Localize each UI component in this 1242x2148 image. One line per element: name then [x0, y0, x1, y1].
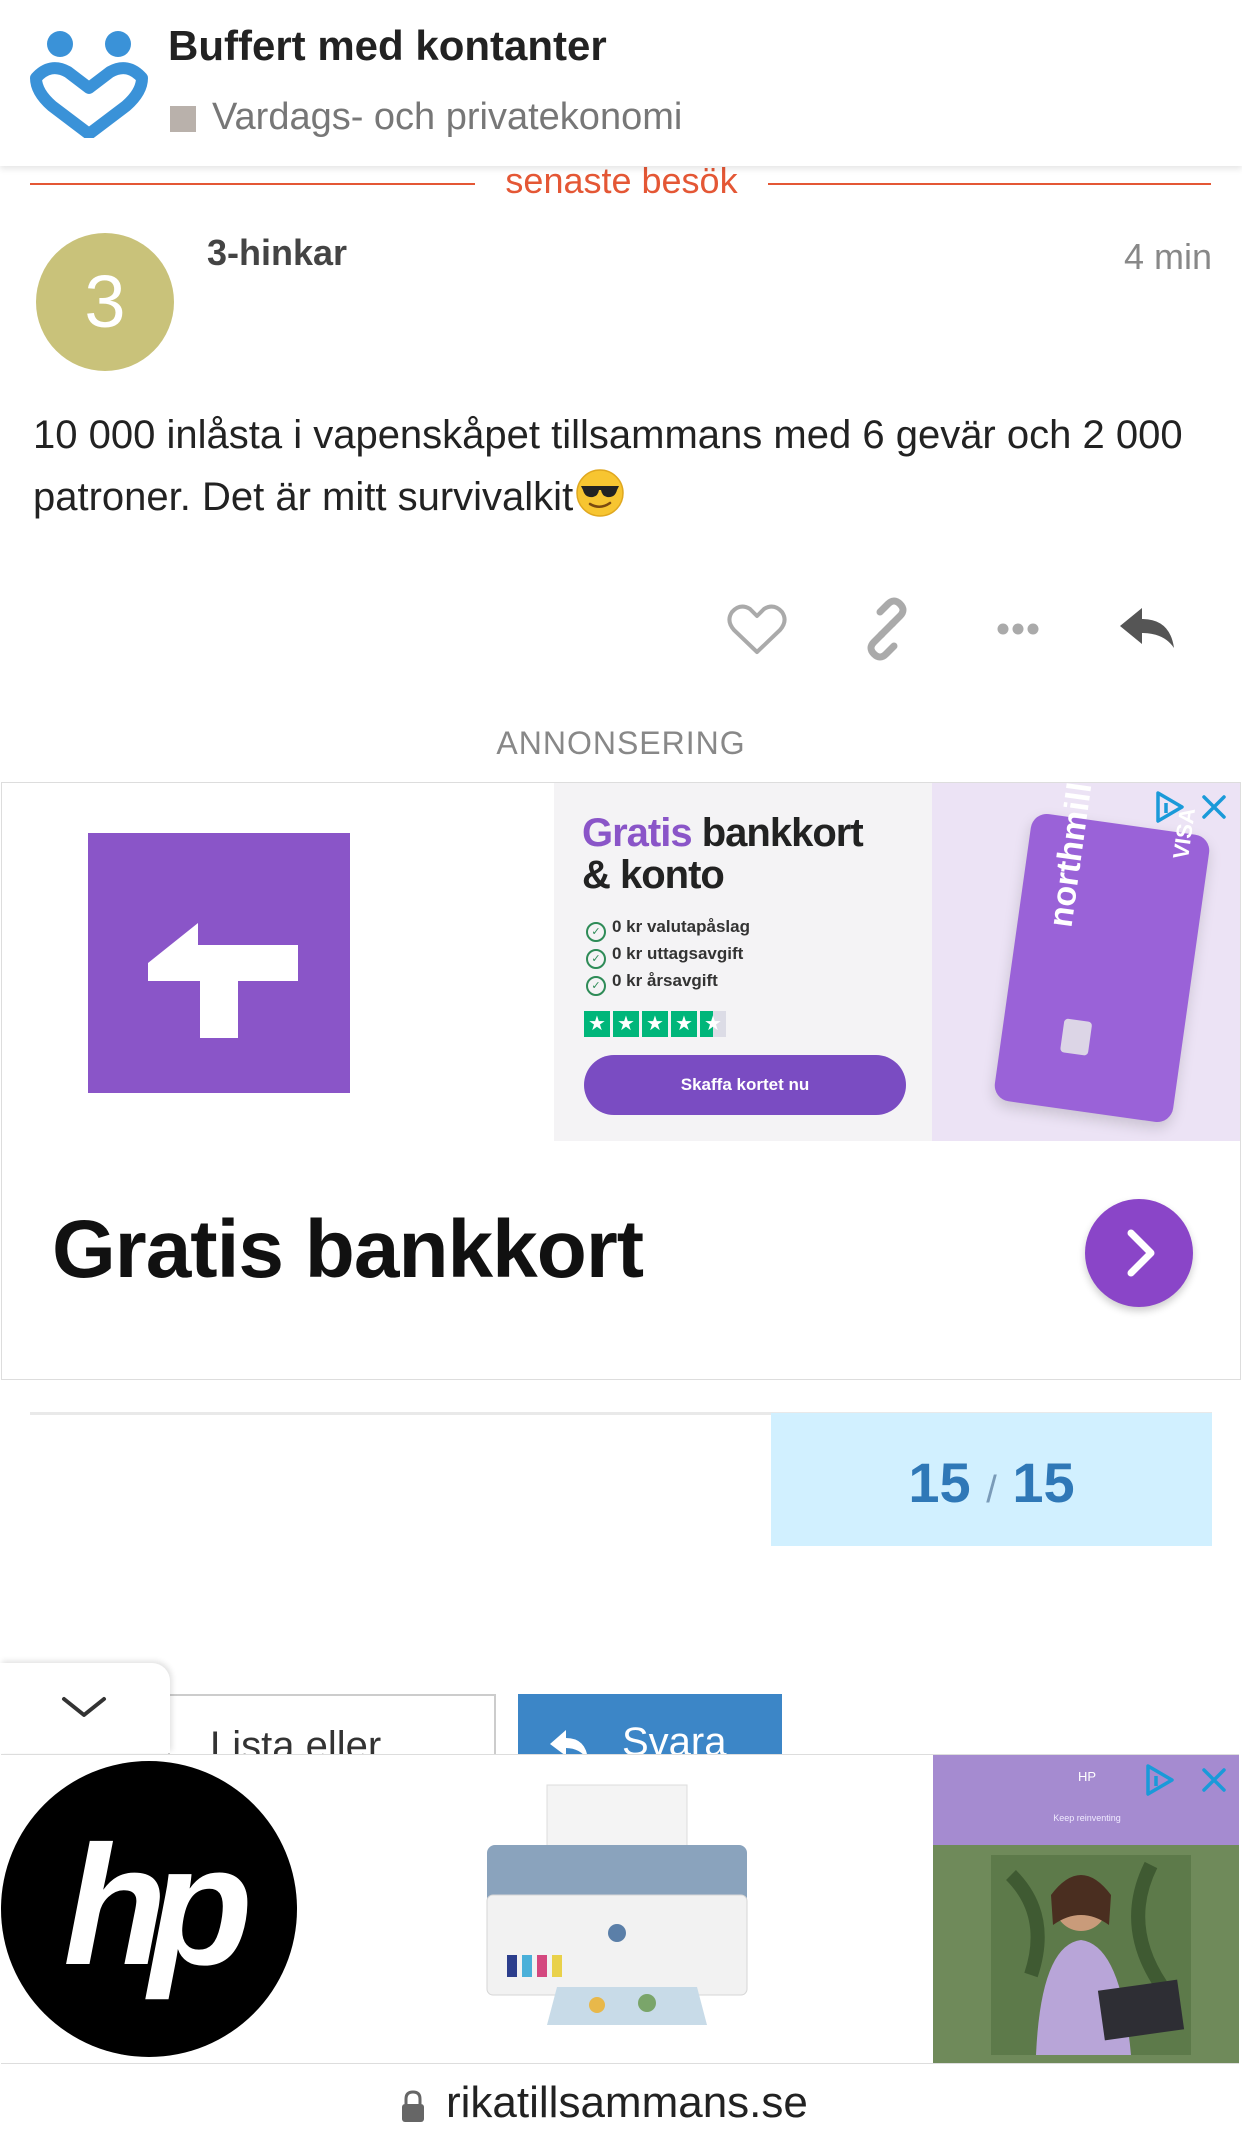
last-visit-line-left [30, 183, 475, 185]
hp-printer-ad[interactable]: hp HP Keep reinventing [1, 1754, 1239, 2064]
collapse-ad-tab[interactable] [0, 1663, 170, 1753]
check-icon: ✓ [586, 949, 606, 969]
northmill-logo-icon [88, 833, 350, 1093]
ad-feature: ✓ 0 kr valutapåslag [586, 917, 750, 942]
ad-title[interactable]: Gratis bankkort [52, 1203, 644, 1297]
post-body: 10 000 inlåsta i vapenskåpet tillsammans… [33, 404, 1213, 528]
last-visit-label: senaste besök [505, 160, 738, 201]
post-time[interactable]: 4 min [1000, 236, 1212, 278]
ad-cta-button[interactable]: Skaffa kortet nu [584, 1055, 906, 1115]
ad-next-button[interactable] [1085, 1199, 1193, 1307]
heart-icon[interactable] [722, 594, 792, 664]
adchoices-icon[interactable] [1152, 789, 1188, 825]
person-with-laptop-image [991, 1855, 1191, 2055]
chevron-right-icon [1127, 1229, 1155, 1277]
ad-brand: HP [1077, 1769, 1097, 1784]
star-icon: ★ [700, 1011, 726, 1037]
check-icon: ✓ [586, 922, 606, 942]
topic-title[interactable]: Buffert med kontanter [168, 22, 607, 70]
bank-card-ad[interactable]: Gratis bankkort & konto ✓ 0 kr valutapåsl… [1, 782, 1241, 1380]
sunglasses-emoji-icon [576, 469, 624, 517]
avatar[interactable]: 3 [36, 233, 174, 371]
star-icon: ★ [613, 1011, 639, 1037]
url-domain[interactable]: rikatillsammans.se [446, 2078, 808, 2128]
post-username[interactable]: 3-hinkar [207, 232, 347, 274]
category-badge [170, 106, 196, 132]
ad-label: ANNONSERING [496, 725, 746, 761]
rating-stars: ★ ★ ★ ★ ★ [584, 1011, 729, 1037]
ad-feature: ✓ 0 kr årsavgift [586, 971, 718, 996]
last-visit-line-right [768, 183, 1211, 185]
hp-logo-icon: hp [1, 1761, 297, 2057]
topic-header: Buffert med kontanter Vardags- och priva… [0, 0, 1242, 166]
star-icon: ★ [671, 1011, 697, 1037]
chevron-down-icon [62, 1697, 106, 1717]
adchoices-icon[interactable] [1141, 1761, 1179, 1799]
reply-icon[interactable] [1112, 594, 1182, 664]
star-icon: ★ [642, 1011, 668, 1037]
people-heart-logo-icon[interactable] [30, 26, 148, 138]
card-chip-icon [1059, 1018, 1093, 1056]
lock-icon [402, 2090, 424, 2122]
close-icon[interactable] [1197, 1763, 1231, 1797]
star-icon: ★ [584, 1011, 610, 1037]
ad-headline-line2: & konto [582, 853, 725, 897]
hp-logo-text: hp [63, 1811, 253, 2001]
ad-feature: ✓ 0 kr uttagsavgift [586, 944, 743, 969]
ad-headline: Gratis bankkort [582, 811, 864, 855]
ad-brand-tagline: Keep reinventing [1053, 1813, 1121, 1823]
topic-progress-label[interactable]: 15 / 15 [771, 1450, 1212, 1515]
category-name[interactable]: Vardags- och privatekonomi [212, 96, 682, 139]
more-icon[interactable] [983, 594, 1053, 664]
link-icon[interactable] [852, 594, 922, 664]
printer-image [486, 1784, 748, 2025]
check-icon: ✓ [586, 976, 606, 996]
close-icon[interactable] [1198, 791, 1230, 823]
